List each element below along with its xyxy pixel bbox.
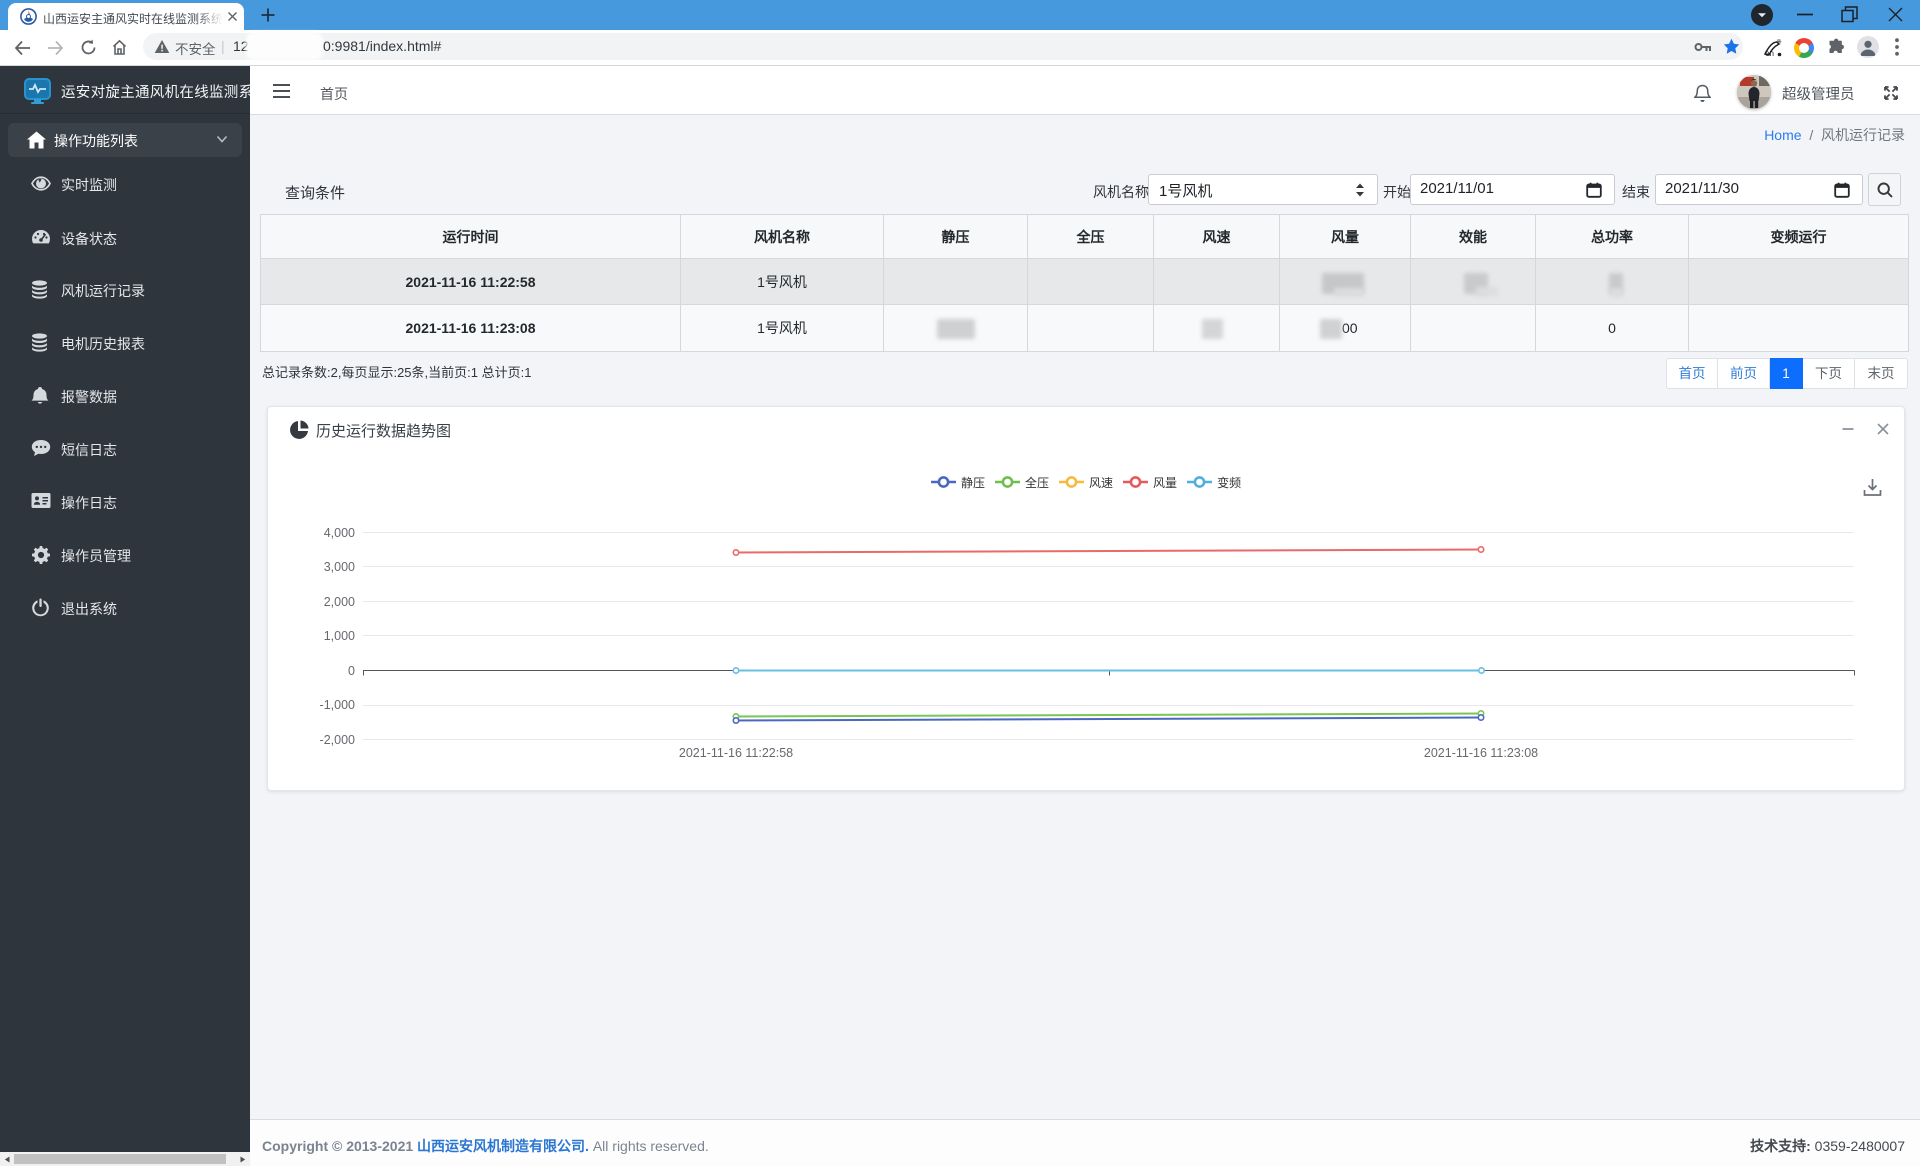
svg-text:-1,000: -1,000 <box>320 698 355 712</box>
svg-text:2021-11-16 11:22:58: 2021-11-16 11:22:58 <box>679 746 793 760</box>
svg-text:0: 0 <box>348 664 355 678</box>
svg-text:※: ※ <box>1776 39 1782 46</box>
svg-text:2021-11-16 11:23:08: 2021-11-16 11:23:08 <box>1424 746 1538 760</box>
svg-text:3,000: 3,000 <box>324 560 355 574</box>
svg-text:4,000: 4,000 <box>324 526 355 540</box>
svg-text:2,000: 2,000 <box>324 595 355 609</box>
svg-text:en: en <box>1765 49 1774 58</box>
svg-text:-2,000: -2,000 <box>320 733 355 747</box>
svg-text:1,000: 1,000 <box>324 629 355 643</box>
